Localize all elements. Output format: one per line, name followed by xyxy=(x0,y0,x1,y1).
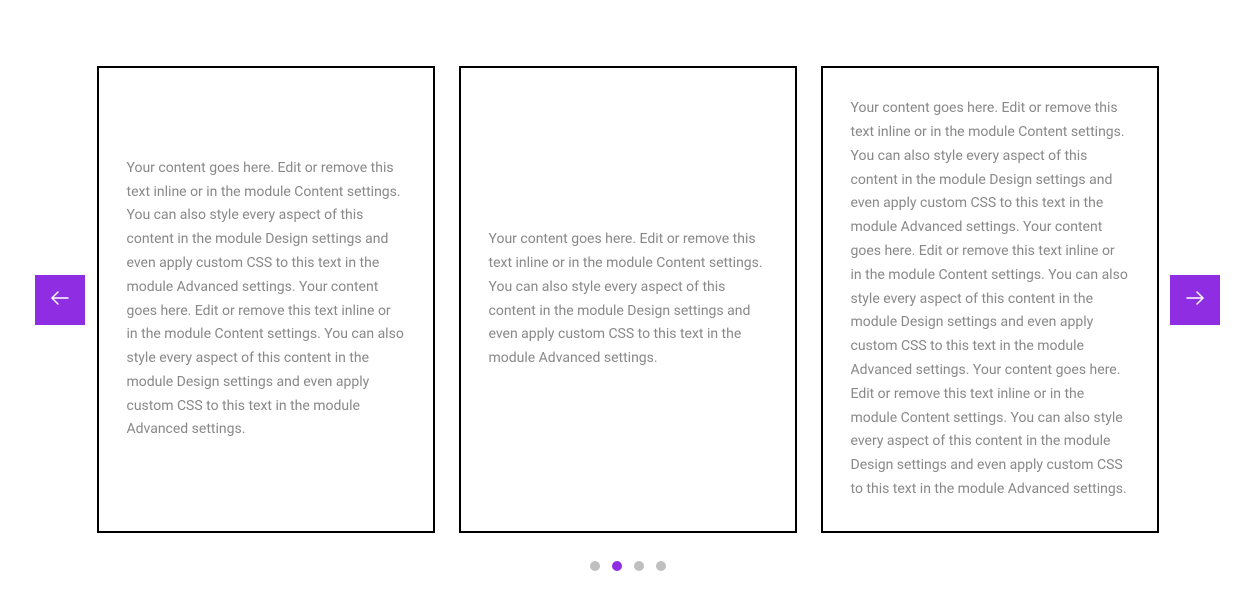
carousel-card: Your content goes here. Edit or remove t… xyxy=(821,66,1159,533)
card-text: Your content goes here. Edit or remove t… xyxy=(489,228,767,371)
dot-3[interactable] xyxy=(634,561,644,571)
pagination-dots xyxy=(590,561,666,571)
dot-2[interactable] xyxy=(612,561,622,571)
card-text: Your content goes here. Edit or remove t… xyxy=(127,157,405,443)
prev-button[interactable] xyxy=(35,275,85,325)
carousel-card: Your content goes here. Edit or remove t… xyxy=(97,66,435,533)
next-button[interactable] xyxy=(1170,275,1220,325)
arrow-right-icon xyxy=(1183,286,1207,314)
carousel-card: Your content goes here. Edit or remove t… xyxy=(459,66,797,533)
card-text: Your content goes here. Edit or remove t… xyxy=(851,97,1129,502)
dot-4[interactable] xyxy=(656,561,666,571)
dot-1[interactable] xyxy=(590,561,600,571)
arrow-left-icon xyxy=(48,286,72,314)
carousel-container: Your content goes here. Edit or remove t… xyxy=(0,0,1255,599)
cards-wrapper: Your content goes here. Edit or remove t… xyxy=(0,66,1255,533)
